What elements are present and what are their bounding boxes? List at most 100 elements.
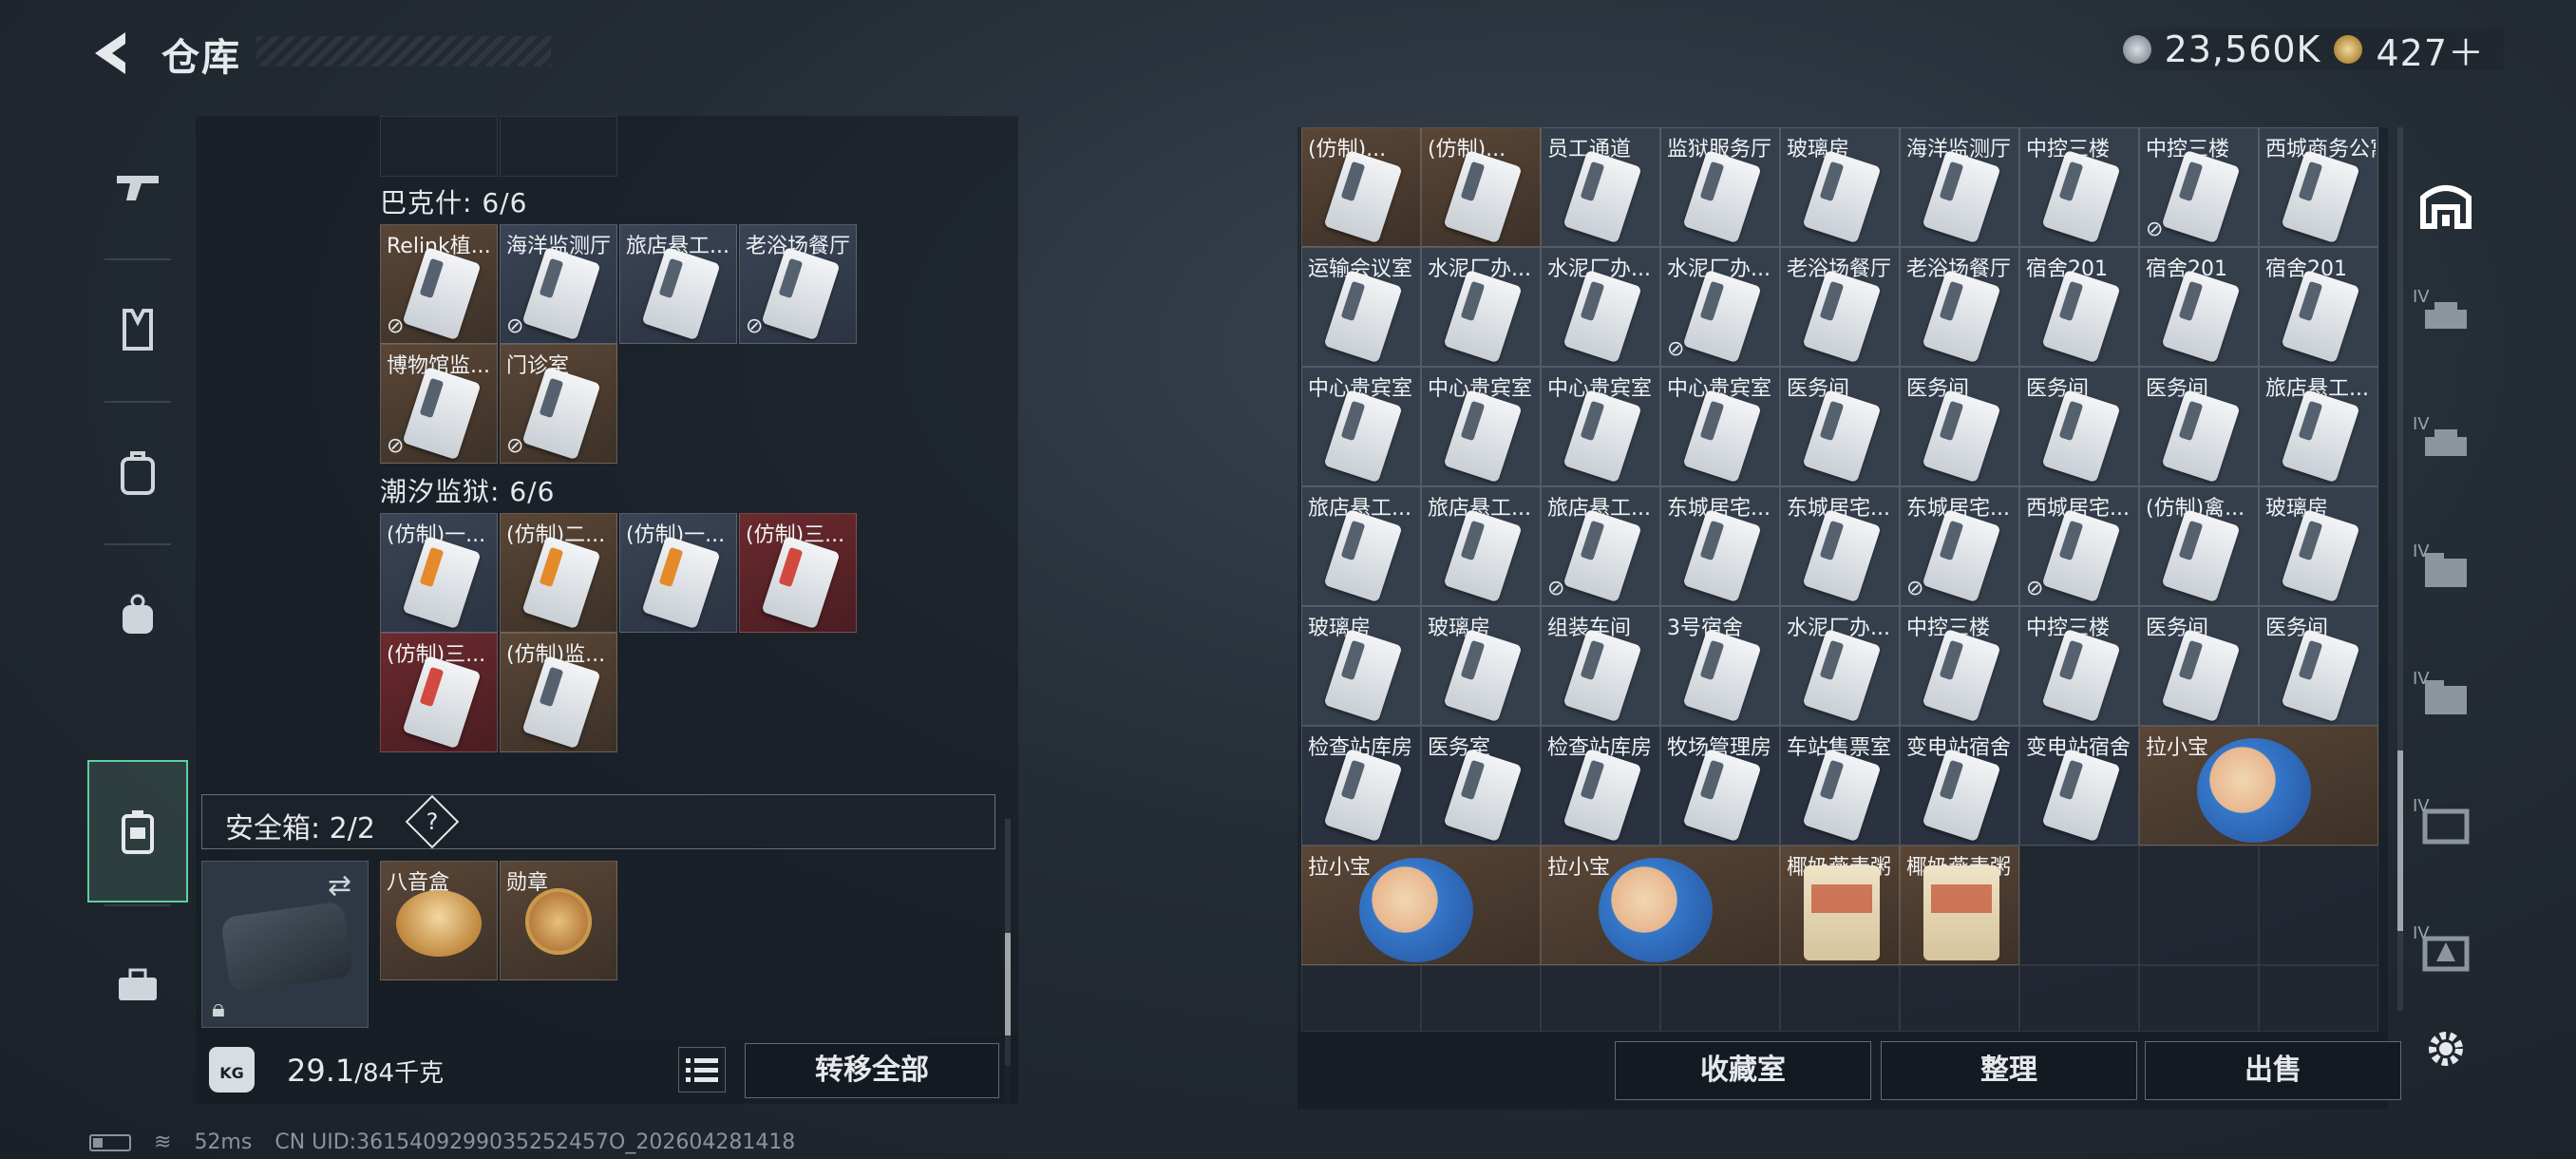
warehouse-tab-4[interactable]: IV — [2413, 542, 2479, 598]
key-card-item[interactable]: 3号宿舍 — [1660, 606, 1780, 726]
inventory-slot[interactable] — [500, 116, 617, 177]
key-card-item[interactable]: 医务间 — [2139, 606, 2259, 726]
key-card-item[interactable]: (仿制)... — [1421, 127, 1541, 247]
collection-room-button[interactable]: 收藏室 — [1615, 1041, 1871, 1100]
gold-amount[interactable]: 427＋ — [2376, 24, 2485, 76]
key-card-item[interactable]: 员工通道 — [1541, 127, 1660, 247]
toolbox-tab[interactable] — [87, 914, 188, 1056]
key-card-item[interactable]: (仿制)三... — [380, 633, 498, 752]
right-scrollbar-thumb[interactable] — [2397, 750, 2403, 931]
key-card-item[interactable]: 中控三楼 ⊘ — [2139, 127, 2259, 247]
key-card-item[interactable]: 东城居宅... — [1780, 486, 1900, 606]
back-button[interactable] — [84, 27, 141, 80]
key-card-item[interactable]: 西城居宅... ⊘ — [2019, 486, 2139, 606]
food-item[interactable]: 椰奶燕麦粥 — [1900, 846, 2019, 965]
empty-slot[interactable] — [2019, 846, 2139, 965]
key-card-item[interactable]: 运输会议室 — [1301, 247, 1421, 367]
key-card-item[interactable]: 旅店悬工... — [1421, 486, 1541, 606]
key-card-item[interactable]: 门诊室 ⊘ — [500, 344, 617, 464]
key-card-item[interactable]: 水泥厂办... — [1541, 247, 1660, 367]
transfer-all-button[interactable]: 转移全部 — [745, 1043, 999, 1098]
inventory-slot[interactable] — [380, 116, 498, 177]
key-card-item[interactable]: 中控三楼 — [2019, 606, 2139, 726]
weapon-tab[interactable] — [87, 116, 188, 258]
empty-slot[interactable] — [1660, 965, 1780, 1032]
key-card-item[interactable]: 旅店悬工... — [1301, 486, 1421, 606]
key-card-item[interactable]: 宿舍201 — [2019, 247, 2139, 367]
key-card-item[interactable]: 车站售票室 — [1780, 726, 1900, 846]
settings-button[interactable] — [2413, 1020, 2479, 1077]
doll-item[interactable]: 拉小宝 — [1301, 846, 1541, 965]
key-card-item[interactable]: 中控三楼 — [2019, 127, 2139, 247]
help-button[interactable]: ? — [405, 794, 460, 849]
key-card-item[interactable]: 宿舍201 — [2259, 247, 2378, 367]
key-card-item[interactable]: 医务间 — [1900, 367, 2019, 486]
warehouse-tab-7[interactable]: IV — [2413, 923, 2479, 980]
empty-slot[interactable] — [2259, 965, 2378, 1032]
key-card-item[interactable]: 组装车间 — [1541, 606, 1660, 726]
key-card-item[interactable]: (仿制)一... — [380, 513, 498, 633]
key-card-item[interactable]: 老浴场餐厅 — [1900, 247, 2019, 367]
key-card-item[interactable]: 玻璃房 — [1780, 127, 1900, 247]
empty-slot[interactable] — [1301, 965, 1421, 1032]
empty-slot[interactable] — [1541, 965, 1660, 1032]
empty-slot[interactable] — [1900, 965, 2019, 1032]
medal-item[interactable]: 勋章 — [500, 861, 617, 980]
key-card-item[interactable]: (仿制)三... — [739, 513, 857, 633]
key-card-item[interactable]: 检查站库房 — [1541, 726, 1660, 846]
list-view-button[interactable] — [678, 1047, 726, 1092]
warehouse-tab-5[interactable]: IV — [2413, 669, 2479, 726]
key-card-item[interactable]: 中心贵宾室 — [1541, 367, 1660, 486]
key-card-item[interactable]: 东城居宅... ⊘ — [1900, 486, 2019, 606]
key-card-item[interactable]: 变电站宿舍 — [2019, 726, 2139, 846]
safe-box-tab[interactable] — [87, 760, 188, 902]
key-card-item[interactable]: 玻璃房 — [2259, 486, 2378, 606]
key-card-item[interactable]: 玻璃房 — [1301, 606, 1421, 726]
key-card-item[interactable]: 中控三楼 — [1900, 606, 2019, 726]
key-card-item[interactable]: 医务间 — [2259, 606, 2378, 726]
key-card-item[interactable]: 变电站宿舍 — [1900, 726, 2019, 846]
key-card-item[interactable]: 西城商务公寓 — [2259, 127, 2378, 247]
safe-case-slot[interactable]: ⇄ 🔒︎ — [201, 861, 369, 1028]
key-card-item[interactable]: 水泥厂办... ⊘ — [1660, 247, 1780, 367]
key-card-item[interactable]: 玻璃房 — [1421, 606, 1541, 726]
key-card-item[interactable]: 海洋监测厅 ⊘ — [500, 224, 617, 344]
key-card-item[interactable]: (仿制)一... — [619, 513, 737, 633]
empty-slot[interactable] — [2139, 846, 2259, 965]
key-card-item[interactable]: 中心贵宾室 — [1660, 367, 1780, 486]
key-card-item[interactable]: 医务间 — [1780, 367, 1900, 486]
key-card-item[interactable]: 监狱服务厅 — [1660, 127, 1780, 247]
key-card-item[interactable]: 海洋监测厅 — [1900, 127, 2019, 247]
backpack-tab[interactable] — [87, 401, 188, 543]
key-card-item[interactable]: 检查站库房 — [1301, 726, 1421, 846]
music-box-item[interactable]: 八音盒 — [380, 861, 498, 980]
key-card-item[interactable]: 医务间 — [2019, 367, 2139, 486]
empty-slot[interactable] — [1780, 965, 1900, 1032]
key-card-item[interactable]: (仿制)禽... — [2139, 486, 2259, 606]
empty-slot[interactable] — [2259, 846, 2378, 965]
key-card-item[interactable]: 水泥厂办... — [1421, 247, 1541, 367]
key-card-item[interactable]: 医务室 — [1421, 726, 1541, 846]
key-card-item[interactable]: 老浴场餐厅 — [1780, 247, 1900, 367]
key-card-item[interactable]: 东城居宅... — [1660, 486, 1780, 606]
key-card-item[interactable]: 旅店悬工... ⊘ — [1541, 486, 1660, 606]
swap-icon[interactable]: ⇄ — [328, 869, 351, 902]
warehouse-home-tab[interactable] — [2413, 165, 2479, 241]
empty-slot[interactable] — [2019, 965, 2139, 1032]
key-card-item[interactable]: 旅店悬工... — [2259, 367, 2378, 486]
key-card-item[interactable]: 老浴场餐厅 ⊘ — [739, 224, 857, 344]
food-item[interactable]: 椰奶燕麦粥 — [1780, 846, 1900, 965]
empty-slot[interactable] — [2139, 965, 2259, 1032]
warehouse-tab-6[interactable]: IV — [2413, 796, 2479, 853]
doll-item[interactable]: 拉小宝 — [1541, 846, 1780, 965]
armor-tab[interactable] — [87, 258, 188, 401]
sort-button[interactable]: 整理 — [1881, 1041, 2137, 1100]
doll-item[interactable]: 拉小宝 — [2139, 726, 2378, 846]
bag-tab[interactable] — [87, 543, 188, 686]
key-card-item[interactable]: 中心贵宾室 — [1421, 367, 1541, 486]
warehouse-tab-2[interactable]: IV — [2413, 287, 2479, 344]
key-card-item[interactable]: 牧场管理房 — [1660, 726, 1780, 846]
key-card-item[interactable]: (仿制)监... — [500, 633, 617, 752]
empty-slot[interactable] — [1421, 965, 1541, 1032]
key-card-item[interactable]: (仿制)二... — [500, 513, 617, 633]
